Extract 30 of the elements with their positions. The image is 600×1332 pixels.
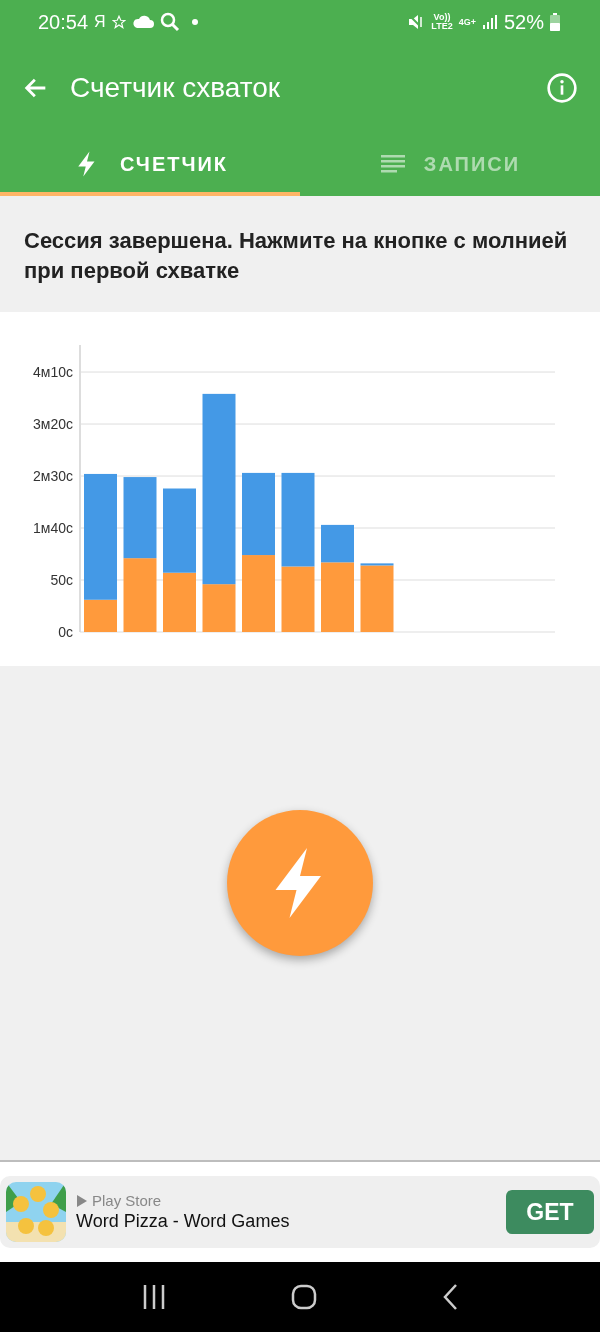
back-nav-icon[interactable] (441, 1283, 458, 1311)
clock: 20:54 (38, 10, 89, 34)
ad-source: Play Store (92, 1192, 162, 1209)
get-button[interactable]: GET (506, 1190, 594, 1234)
search-icon (159, 12, 180, 32)
y-tick-label: 1м40с (33, 520, 73, 536)
volte-label: Vo)) (433, 13, 451, 22)
bar (163, 572, 196, 632)
battery-percent: 52% (503, 10, 544, 34)
y-tick-label: 0с (58, 624, 73, 640)
dot-icon (191, 19, 198, 25)
star-icon (111, 15, 126, 29)
ad-banner[interactable]: Play Store Word Pizza - Word Games GET (0, 1176, 600, 1248)
ad-title: Word Pizza - Word Games (76, 1211, 291, 1232)
recent-apps-icon[interactable] (142, 1284, 167, 1310)
lte-label: LTE2 (431, 22, 453, 31)
app-glyph: Я (94, 13, 106, 31)
app-title: Счетчик схваток (70, 72, 282, 104)
y-tick-label: 4м10с (33, 364, 73, 381)
network-label: 4G+ (458, 17, 476, 27)
y-tick-label: 3м20с (33, 416, 73, 433)
home-icon[interactable] (291, 1284, 317, 1310)
cloud-icon (131, 15, 154, 29)
battery-icon (550, 13, 560, 31)
y-tick-label: 50с (50, 572, 73, 588)
signal-icon (481, 14, 498, 30)
info-icon[interactable] (546, 72, 578, 104)
y-tick-label: 2м30с (33, 468, 73, 484)
list-icon (379, 153, 406, 175)
play-icon (76, 1193, 88, 1208)
